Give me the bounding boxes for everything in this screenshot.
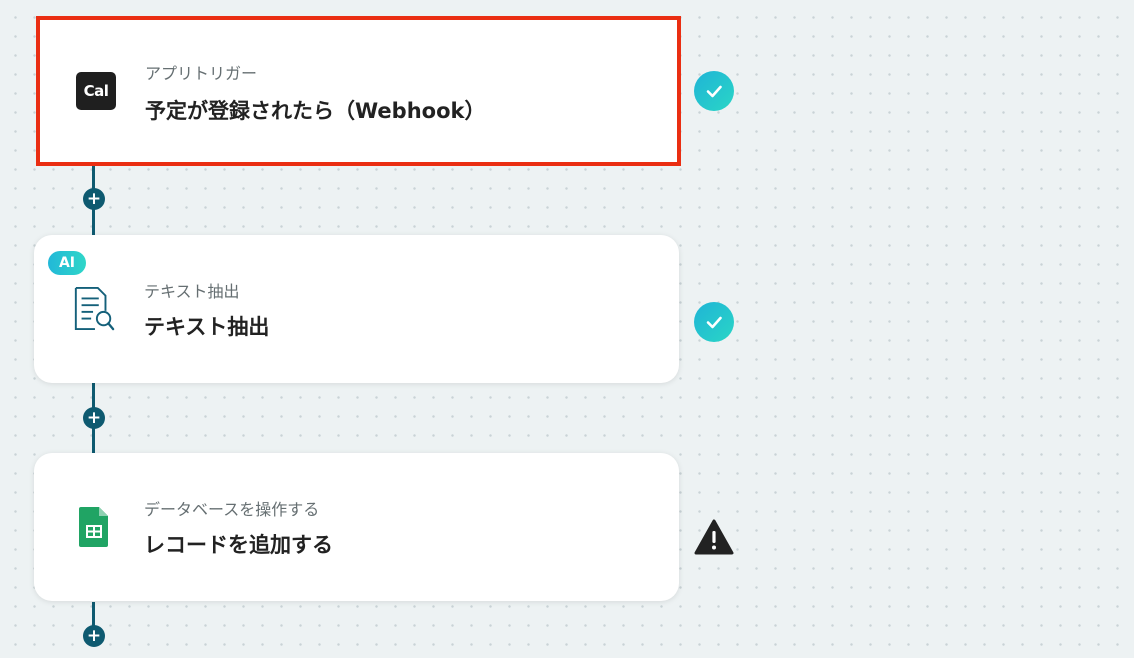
cal-logo-icon: Cal bbox=[74, 69, 118, 113]
flow-step-card-database[interactable]: データベースを操作する レコードを追加する bbox=[34, 453, 679, 601]
warning-icon bbox=[694, 519, 734, 555]
step-status-warning bbox=[694, 517, 734, 557]
step-subtitle: データベースを操作する bbox=[144, 500, 320, 519]
step-status-success bbox=[694, 302, 734, 342]
google-sheets-icon bbox=[72, 505, 116, 549]
add-step-button[interactable]: + bbox=[83, 407, 105, 429]
step-subtitle: アプリトリガー bbox=[145, 64, 258, 83]
step-subtitle: テキスト抽出 bbox=[144, 282, 240, 301]
step-title: レコードを追加する bbox=[144, 533, 333, 557]
document-search-icon bbox=[72, 287, 116, 331]
step-status-success bbox=[694, 71, 734, 111]
flow-step-card-trigger[interactable]: Cal アプリトリガー 予定が登録されたら（Webhook） bbox=[36, 16, 681, 166]
check-icon bbox=[706, 85, 722, 98]
step-title: テキスト抽出 bbox=[144, 315, 270, 339]
step-title: 予定が登録されたら（Webhook） bbox=[145, 99, 486, 123]
flow-step-card-extract[interactable]: AI テキスト抽出 テキスト抽出 bbox=[34, 235, 679, 383]
ai-badge: AI bbox=[48, 251, 86, 275]
add-step-button[interactable]: + bbox=[83, 625, 105, 647]
check-icon bbox=[706, 316, 722, 329]
add-step-button[interactable]: + bbox=[83, 188, 105, 210]
